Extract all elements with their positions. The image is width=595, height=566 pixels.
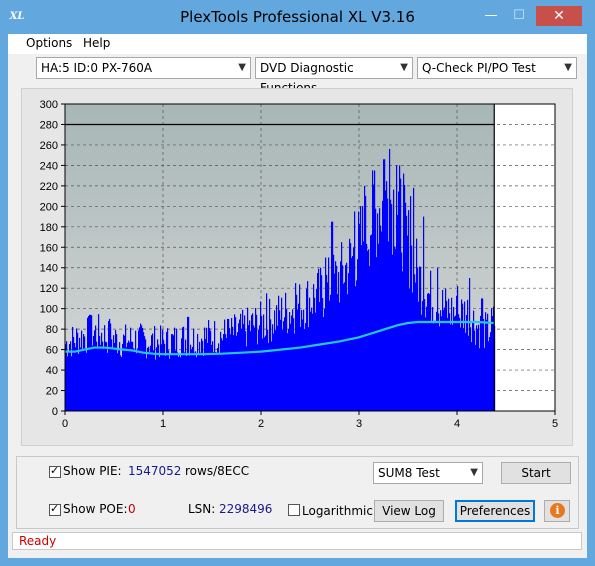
y-tick-label: 60: [46, 345, 58, 357]
close-button[interactable]: ✕: [536, 6, 582, 26]
test-select-value: Q-Check PI/PO Test: [422, 61, 536, 75]
view-log-button[interactable]: View Log: [374, 500, 444, 522]
show-poe-checkbox[interactable]: [49, 502, 61, 516]
y-tick-label: 80: [46, 324, 58, 336]
chevron-down-icon: ▼: [470, 467, 478, 478]
y-tick-label: 120: [40, 283, 58, 295]
function-select[interactable]: DVD Diagnostic Functions ▼: [255, 57, 413, 95]
title-bar[interactable]: XL PlexTools Professional XL V3.16 — ☐ ✕: [0, 0, 595, 34]
plot-background-empty: [494, 104, 555, 411]
start-button[interactable]: Start: [501, 462, 571, 484]
chevron-down-icon: ▼: [238, 62, 246, 73]
menu-options[interactable]: Options: [26, 36, 72, 50]
y-tick-label: 40: [46, 365, 58, 377]
poe-value: 0: [128, 502, 136, 516]
logarithmic-label: Logarithmic: [302, 504, 373, 518]
pie-unit: rows/8ECC: [185, 464, 250, 478]
show-pie-label: Show PIE:: [63, 464, 122, 478]
chevron-down-icon: ▼: [400, 62, 408, 73]
app-window: XL PlexTools Professional XL V3.16 — ☐ ✕…: [0, 0, 595, 566]
sum-test-select-value: SUM8 Test: [378, 466, 440, 480]
show-poe-label: Show POE:: [63, 502, 128, 516]
x-tick-label: 2: [258, 418, 264, 430]
y-tick-label: 160: [40, 242, 58, 254]
lsn-label: LSN:: [188, 502, 216, 516]
y-tick-label: 260: [40, 140, 58, 152]
lsn-value: 2298496: [219, 502, 273, 516]
y-tick-label: 220: [40, 181, 58, 193]
menu-help[interactable]: Help: [83, 36, 110, 50]
status-bar: Ready: [12, 532, 582, 550]
drive-select[interactable]: HA:5 ID:0 PX-760A ▼: [36, 57, 251, 79]
pipo-chart: 0204060801001201401601802002202402602803…: [40, 99, 558, 430]
control-panel: Show PIE: 1547052 rows/8ECC SUM8 Test ▼ …: [16, 456, 579, 529]
y-tick-label: 20: [46, 386, 58, 398]
menu-bar: Options Help: [8, 34, 587, 54]
preferences-button[interactable]: Preferences: [455, 500, 535, 522]
x-tick-label: 4: [454, 418, 460, 430]
show-pie-checkbox[interactable]: [49, 464, 61, 478]
pie-value: 1547052: [128, 464, 182, 478]
info-icon: i: [550, 503, 565, 518]
y-tick-label: 200: [40, 201, 58, 213]
sum-test-select[interactable]: SUM8 Test ▼: [373, 462, 483, 484]
info-button[interactable]: i: [544, 500, 570, 522]
y-tick-label: 100: [40, 304, 58, 316]
chart-frame: 0 20 40 60 80 100 120 140 160 180 200 220 240 260 280 3…: [21, 88, 573, 446]
test-select[interactable]: Q-Check PI/PO Test ▼: [417, 57, 577, 79]
logarithmic-checkbox[interactable]: [288, 504, 300, 516]
client-area: Options Help HA:5 ID:0 PX-760A ▼ DVD Dia…: [8, 34, 587, 558]
x-tick-label: 0: [62, 418, 68, 430]
y-tick-label: 300: [40, 99, 58, 111]
y-tick-label: 140: [40, 263, 58, 275]
y-tick-label: 240: [40, 160, 58, 172]
minimize-button[interactable]: —: [478, 6, 504, 26]
maximize-button[interactable]: ☐: [506, 6, 532, 26]
x-tick-label: 1: [160, 418, 166, 430]
drive-select-value: HA:5 ID:0 PX-760A: [41, 61, 153, 75]
y-tick-label: 280: [40, 119, 58, 131]
y-tick-label: 0: [52, 406, 58, 418]
y-tick-label: 180: [40, 222, 58, 234]
x-tick-label: 3: [356, 418, 362, 430]
chevron-down-icon: ▼: [564, 62, 572, 73]
x-tick-label: 5: [552, 418, 558, 430]
